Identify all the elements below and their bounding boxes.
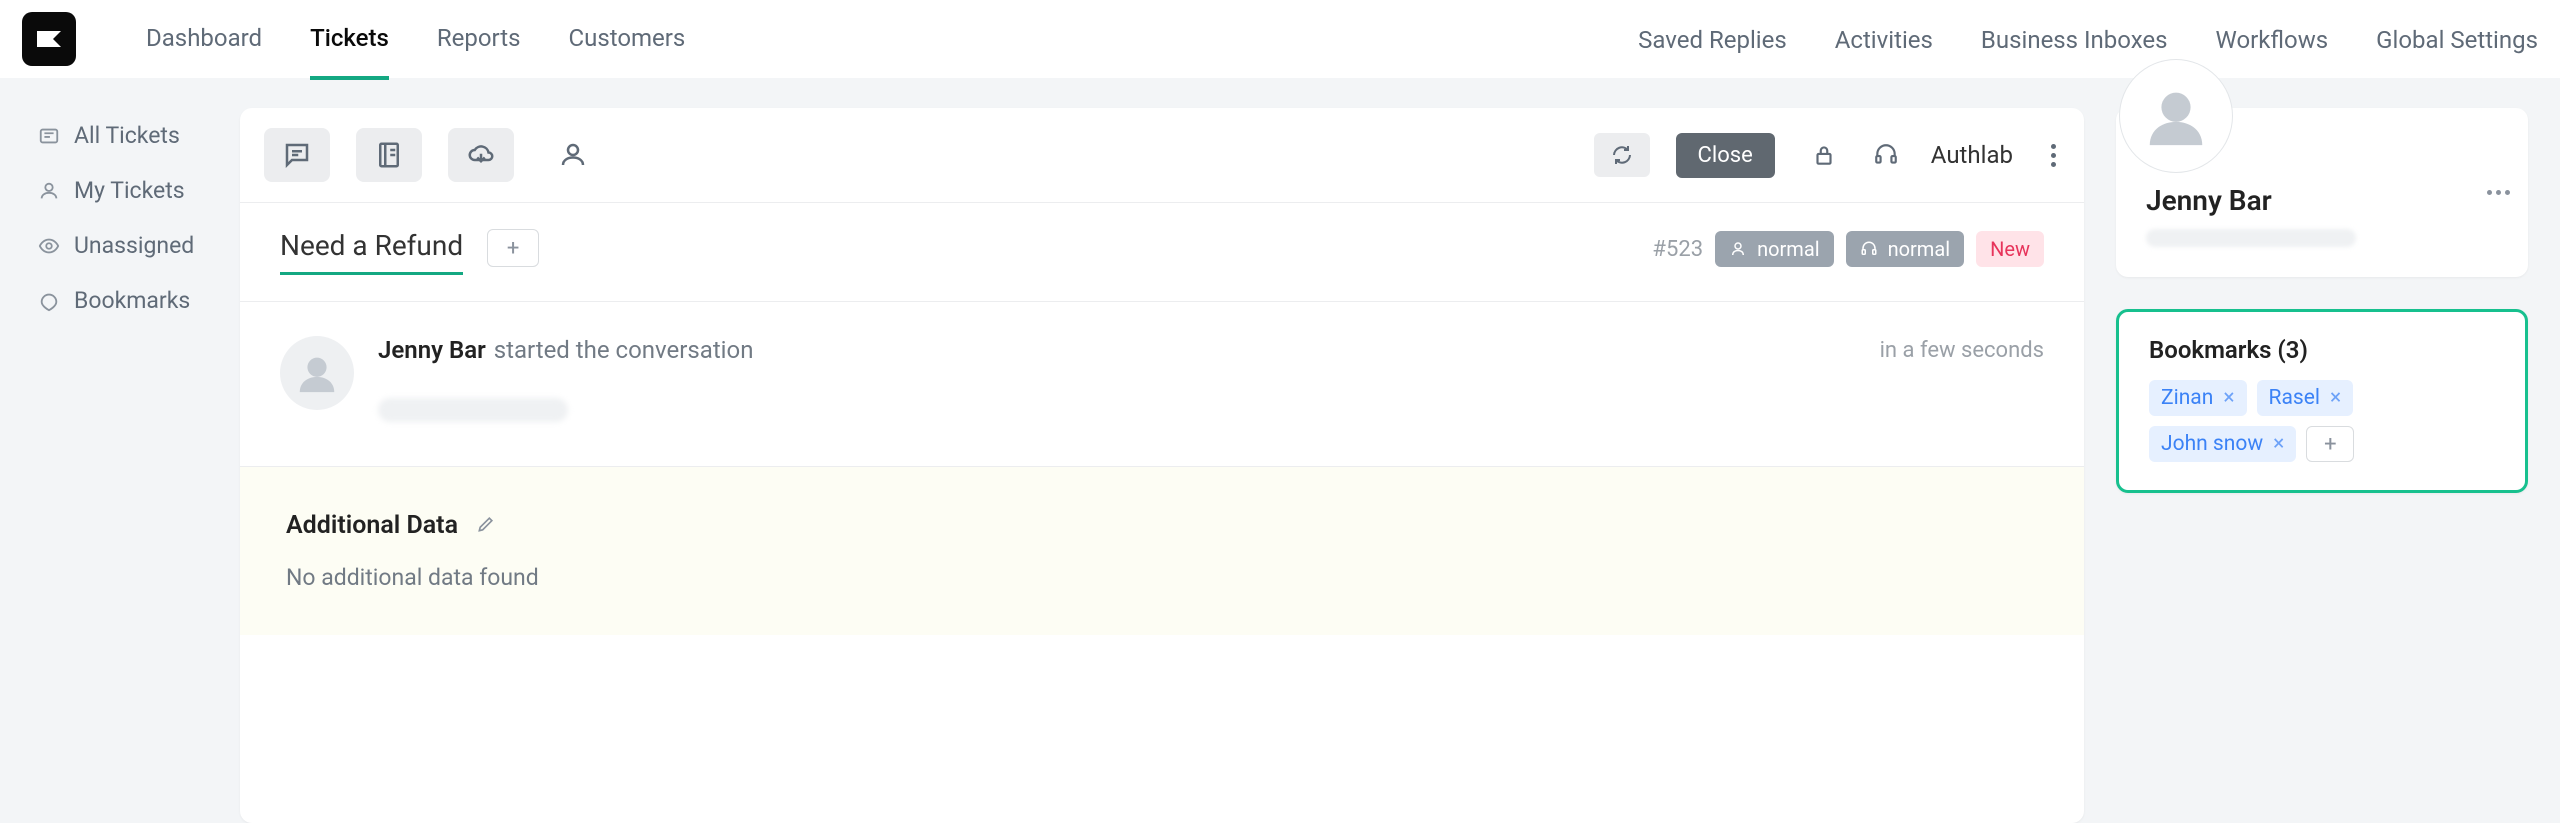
- nav-workflows[interactable]: Workflows: [2216, 0, 2329, 78]
- sidebar-item-label: My Tickets: [74, 177, 185, 204]
- author-avatar[interactable]: [280, 336, 354, 410]
- conversation-time: in a few seconds: [1880, 338, 2044, 363]
- sidebar-item-my-tickets[interactable]: My Tickets: [0, 163, 240, 218]
- user-icon: [38, 180, 60, 202]
- bookmarks-card: Bookmarks (3) Zinan × Rasel × John snow …: [2116, 309, 2528, 493]
- topnav-right: Saved Replies Activities Business Inboxe…: [1638, 0, 2538, 78]
- user-card-avatar[interactable]: [2120, 60, 2232, 172]
- status-badge[interactable]: New: [1976, 231, 2044, 267]
- remove-tag-icon[interactable]: ×: [2223, 386, 2234, 410]
- tickets-icon: [38, 125, 60, 147]
- eye-icon: [38, 235, 60, 257]
- person-icon: [1729, 240, 1747, 258]
- bookmarks-title: Bookmarks (3): [2149, 336, 2495, 364]
- additional-data-title: Additional Data: [286, 511, 458, 540]
- avatar-icon: [294, 350, 340, 396]
- nav-saved-replies[interactable]: Saved Replies: [1638, 0, 1787, 78]
- sidebar-item-all-tickets[interactable]: All Tickets: [0, 108, 240, 163]
- sidebar-item-unassigned[interactable]: Unassigned: [0, 218, 240, 273]
- headset-icon: [1873, 142, 1899, 168]
- ticket-toolbar: Close Authlab: [240, 108, 2084, 203]
- app-logo[interactable]: [22, 12, 76, 66]
- sidebar-item-bookmarks[interactable]: Bookmarks: [0, 273, 240, 328]
- nav-reports[interactable]: Reports: [437, 0, 521, 80]
- assign-button[interactable]: [540, 128, 606, 182]
- channel-badge[interactable]: normal: [1846, 231, 1965, 267]
- agent-icon-button[interactable]: [1873, 142, 1899, 168]
- topnav-left: Dashboard Tickets Reports Customers: [146, 0, 1638, 80]
- nav-dashboard[interactable]: Dashboard: [146, 0, 262, 80]
- ticket-more-menu[interactable]: [2047, 140, 2060, 171]
- refresh-button[interactable]: [1594, 133, 1650, 177]
- add-title-button[interactable]: +: [487, 229, 539, 267]
- bookmark-tag[interactable]: John snow ×: [2149, 426, 2296, 462]
- close-button[interactable]: Close: [1676, 133, 1775, 178]
- conversation-item: Jenny Bar started the conversation in a …: [240, 302, 2084, 467]
- add-bookmark-button[interactable]: +: [2306, 426, 2354, 462]
- right-column: Jenny Bar Bookmarks (3) Zinan × Rasel ×: [2116, 108, 2528, 823]
- bookmark-icon: [38, 290, 60, 312]
- bookmark-tag-label: Rasel: [2269, 386, 2320, 410]
- nav-business-inboxes[interactable]: Business Inboxes: [1981, 0, 2168, 78]
- additional-data-empty: No additional data found: [286, 564, 2038, 591]
- ticket-panel: Close Authlab Need a Refund + #523: [240, 108, 2084, 823]
- sidebar: All Tickets My Tickets Unassigned Bookma…: [0, 78, 240, 823]
- user-card-more[interactable]: [2487, 190, 2510, 195]
- user-card-name: Jenny Bar: [2146, 184, 2498, 217]
- lock-button[interactable]: [1811, 142, 1837, 168]
- pencil-icon: [476, 514, 496, 534]
- user-card: Jenny Bar: [2116, 108, 2528, 277]
- refresh-icon: [1610, 143, 1634, 167]
- main: All Tickets My Tickets Unassigned Bookma…: [0, 78, 2560, 823]
- bookmark-tag-label: Zinan: [2161, 386, 2213, 410]
- sidebar-item-label: Bookmarks: [74, 287, 190, 314]
- ticket-header: Need a Refund + #523 normal normal New: [240, 203, 2084, 302]
- priority-badge[interactable]: normal: [1715, 231, 1834, 267]
- conversation-content-placeholder: [378, 398, 568, 422]
- channel-label: normal: [1888, 237, 1951, 261]
- content: Close Authlab Need a Refund + #523: [240, 78, 2560, 823]
- nav-customers[interactable]: Customers: [568, 0, 685, 80]
- sidebar-item-label: All Tickets: [74, 122, 180, 149]
- ticket-title[interactable]: Need a Refund: [280, 229, 463, 275]
- priority-label: normal: [1757, 237, 1820, 261]
- user-card-email-placeholder: [2146, 229, 2356, 247]
- remove-tag-icon[interactable]: ×: [2330, 386, 2341, 410]
- agent-name[interactable]: Authlab: [1931, 141, 2013, 169]
- reply-button[interactable]: [264, 128, 330, 182]
- ticket-id: #523: [1652, 237, 1703, 262]
- user-outline-icon: [558, 140, 588, 170]
- cloud-download-icon: [466, 140, 496, 170]
- conversation-action: started the conversation: [494, 336, 754, 364]
- bookmark-tag[interactable]: Rasel ×: [2257, 380, 2354, 416]
- remove-tag-icon[interactable]: ×: [2273, 432, 2284, 456]
- nav-global-settings[interactable]: Global Settings: [2376, 0, 2538, 78]
- edit-additional-button[interactable]: [476, 514, 496, 538]
- sidebar-item-label: Unassigned: [74, 232, 194, 259]
- lock-icon: [1811, 142, 1837, 168]
- bookmark-tag[interactable]: Zinan ×: [2149, 380, 2247, 416]
- chat-icon: [282, 140, 312, 170]
- notebook-icon: [374, 140, 404, 170]
- logo-icon: [33, 25, 65, 53]
- avatar-icon: [2141, 81, 2211, 151]
- ticket-meta: #523 normal normal New: [1652, 231, 2044, 267]
- headset-small-icon: [1860, 240, 1878, 258]
- nav-tickets[interactable]: Tickets: [310, 0, 389, 80]
- cloud-button[interactable]: [448, 128, 514, 182]
- conversation-author: Jenny Bar: [378, 336, 486, 364]
- nav-activities[interactable]: Activities: [1835, 0, 1933, 78]
- bookmarks-tags: Zinan × Rasel × John snow × +: [2149, 380, 2495, 462]
- note-button[interactable]: [356, 128, 422, 182]
- bookmark-tag-label: John snow: [2161, 432, 2263, 456]
- additional-data-section: Additional Data No additional data found: [240, 467, 2084, 635]
